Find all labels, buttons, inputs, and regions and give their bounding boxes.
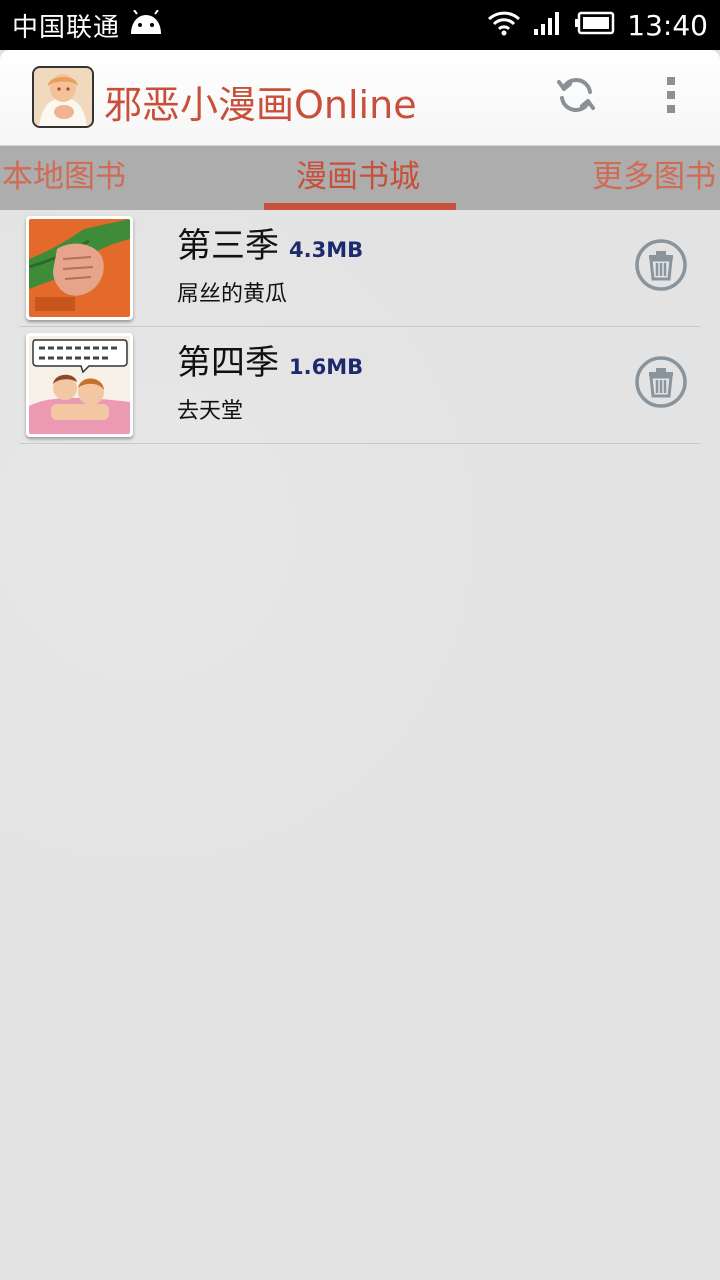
book-title-row: 第三季 4.3MB (177, 218, 363, 267)
book-size: 4.3MB (289, 238, 364, 262)
book-subtitle: 屌丝的黄瓜 (177, 282, 288, 307)
status-left: 中国联通 (12, 7, 164, 44)
list-item[interactable]: 第三季 4.3MB 屌丝的黄瓜 (20, 210, 700, 327)
book-subtitle: 去天堂 (177, 399, 244, 424)
book-cover-image (29, 219, 130, 317)
book-title-row: 第四季 1.6MB (177, 335, 363, 384)
tab-more-books[interactable]: 更多图书 (592, 146, 716, 210)
android-icon (128, 9, 164, 40)
overflow-menu-icon (665, 75, 677, 119)
book-list: 第三季 4.3MB 屌丝的黄瓜 第四季 1.6MB 去天堂 (0, 210, 720, 1280)
refresh-button[interactable] (551, 72, 601, 122)
refresh-icon (555, 74, 597, 120)
signal-icon (533, 10, 563, 40)
delete-button[interactable] (634, 238, 688, 296)
list-item[interactable]: 第四季 1.6MB 去天堂 (20, 327, 700, 444)
app-logo (32, 66, 94, 128)
book-title: 第三季 (177, 226, 279, 266)
app-title: 邪恶小漫画Online (104, 83, 417, 127)
tab-selected-indicator (264, 203, 456, 210)
tab-local-books[interactable]: 本地图书 (2, 146, 126, 210)
book-cover (26, 333, 133, 437)
status-bar: 中国联通 13:40 (0, 0, 720, 50)
action-bar: 邪恶小漫画Online (0, 50, 720, 146)
clock: 13:40 (627, 8, 708, 42)
battery-icon (575, 10, 615, 40)
book-size: 1.6MB (289, 355, 364, 379)
book-cover-image (29, 336, 130, 434)
tab-bar: 本地图书 漫画书城 更多图书 (0, 146, 720, 210)
book-title: 第四季 (177, 343, 279, 383)
trash-icon (634, 355, 688, 413)
tab-comic-store[interactable]: 漫画书城 (296, 146, 420, 210)
delete-button[interactable] (634, 355, 688, 413)
book-cover (26, 216, 133, 320)
wifi-icon (487, 10, 521, 40)
overflow-menu-button[interactable] (646, 72, 696, 122)
status-right: 13:40 (487, 9, 708, 42)
carrier-name: 中国联通 (12, 12, 121, 43)
trash-icon (634, 238, 688, 296)
